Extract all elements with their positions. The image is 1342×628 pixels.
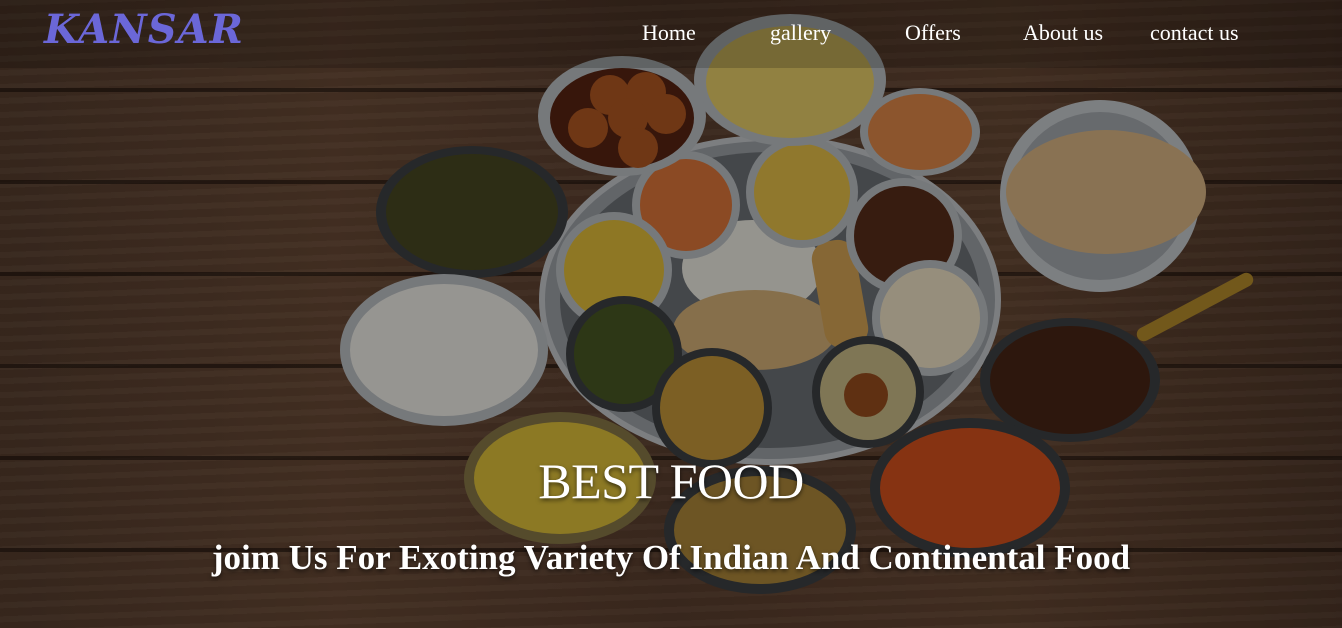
hero-dark-overlay	[0, 0, 1342, 628]
nav-gallery-link[interactable]: gallery	[770, 20, 831, 46]
nav-offers-link[interactable]: Offers	[905, 20, 961, 46]
nav-contact-link[interactable]: contact us	[1150, 20, 1239, 46]
brand-logo[interactable]: KANSAR	[44, 6, 244, 53]
nav-about-link[interactable]: About us	[1023, 20, 1103, 46]
nav-home-link[interactable]: Home	[642, 20, 696, 46]
navbar: KANSAR Home gallery Offers About us cont…	[0, 0, 1342, 68]
hero-title: BEST FOOD	[538, 453, 804, 509]
hero-subtitle: joim Us For Exoting Variety Of Indian An…	[211, 538, 1131, 577]
